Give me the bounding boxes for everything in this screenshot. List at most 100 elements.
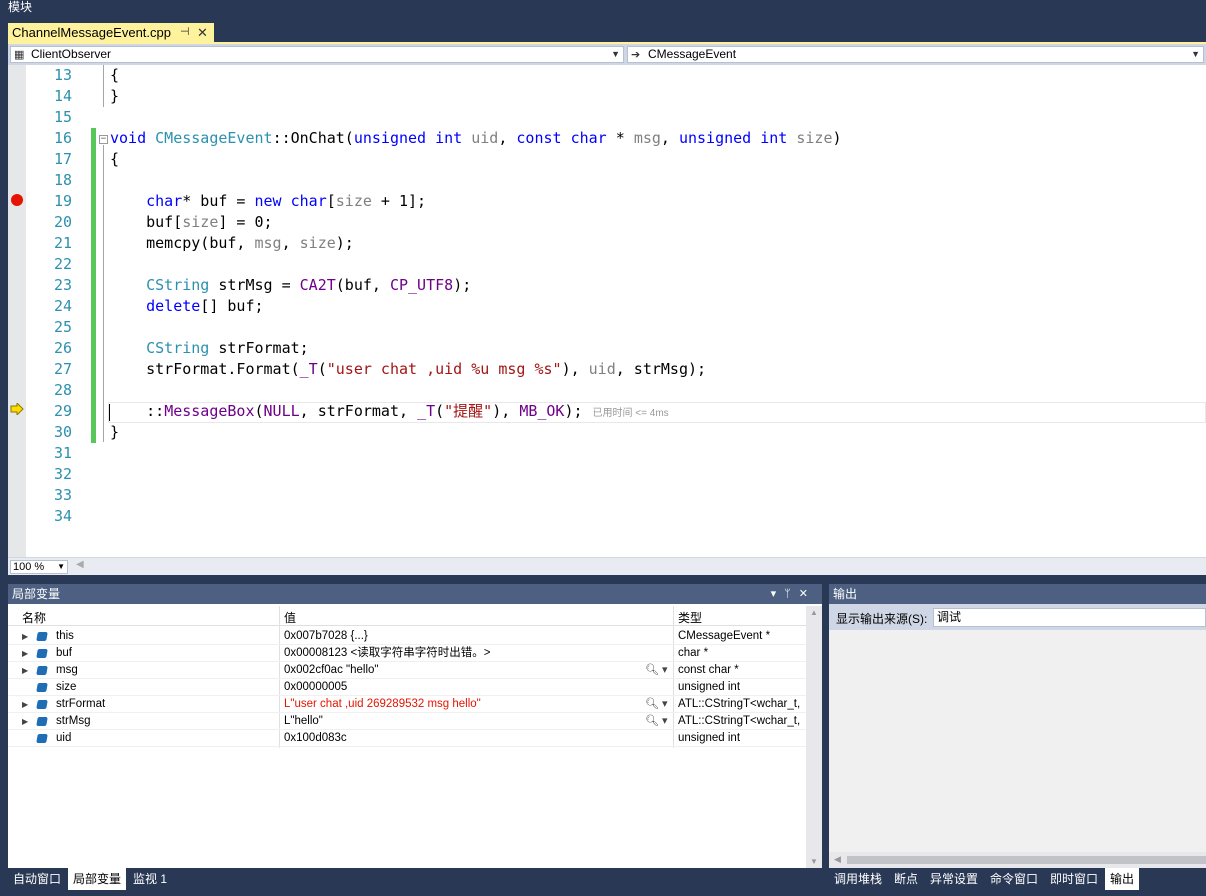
locals-vertical-scrollbar[interactable]: ▲ ▼: [806, 606, 822, 868]
line-number: 22: [53, 255, 72, 273]
dropdown-icon[interactable]: ▾: [771, 588, 785, 600]
line-number: 33: [53, 486, 72, 504]
line-number: 13: [53, 66, 72, 84]
code-line[interactable]: 14}: [8, 86, 1206, 107]
column-value-header[interactable]: 值: [284, 609, 296, 626]
scroll-down-icon[interactable]: ▼: [810, 857, 818, 866]
output-source-dropdown[interactable]: 调试: [933, 608, 1206, 627]
code-line[interactable]: 29 ::MessageBox(NULL, strFormat, _T("提醒"…: [8, 401, 1206, 422]
pin-icon[interactable]: ᛘ: [784, 588, 799, 600]
code-line[interactable]: 22: [8, 254, 1206, 275]
line-number: 29: [53, 402, 72, 420]
module-label: 模块: [8, 0, 33, 14]
variable-value[interactable]: 0x007b7028 {...}: [284, 628, 368, 645]
scroll-left-icon[interactable]: ◀: [76, 559, 84, 570]
code-text: void CMessageEvent::OnChat(unsigned int …: [110, 129, 842, 147]
code-editor[interactable]: − 13{14} 15 16 void CMessageEvent::OnChat(u…: [8, 65, 1206, 557]
variable-name: size: [56, 681, 77, 693]
expand-arrow-icon[interactable]: ▶: [22, 662, 28, 679]
local-variable-row[interactable]: size 0x00000005 unsigned int: [8, 679, 806, 696]
document-tab[interactable]: ChannelMessageEvent.cpp ⊣ ✕: [8, 23, 214, 42]
code-text: delete[] buf;: [146, 297, 264, 315]
code-line[interactable]: 15: [8, 107, 1206, 128]
code-line[interactable]: 13 {: [8, 65, 1206, 86]
local-variable-row[interactable]: ▶ buf 0x00008123 <读取字符串字符时出错。> char *: [8, 645, 806, 662]
scope-dropdown[interactable]: ▦ ClientObserver ▼: [10, 46, 624, 63]
variable-value[interactable]: 0x002cf0ac "hello": [284, 662, 378, 679]
expand-arrow-icon[interactable]: ▶: [22, 713, 28, 730]
editor-status-bar: 100 % ▼ ◀: [8, 557, 1206, 575]
pin-icon[interactable]: ⊣: [180, 23, 190, 42]
code-line[interactable]: 16 void CMessageEvent::OnChat(unsigned in…: [8, 128, 1206, 149]
variable-type: ATL::CStringT<wchar_t,: [678, 698, 801, 710]
code-text: ::MessageBox(NULL, strFormat, _T("提醒"), …: [110, 402, 669, 420]
code-line[interactable]: 28: [8, 380, 1206, 401]
output-horizontal-scrollbar[interactable]: ◀: [829, 852, 1206, 868]
scroll-left-icon[interactable]: ◀: [834, 854, 841, 865]
variable-value[interactable]: L"hello": [284, 713, 323, 730]
variable-value[interactable]: 0x00000005: [284, 679, 347, 696]
code-line[interactable]: 33: [8, 485, 1206, 506]
expand-arrow-icon[interactable]: ▶: [22, 645, 28, 662]
member-dropdown[interactable]: ➔ CMessageEvent ▼: [627, 46, 1204, 63]
expand-arrow-icon[interactable]: ▶: [22, 628, 28, 645]
expand-arrow-icon[interactable]: ▶: [22, 696, 28, 713]
visualizer-search-icon[interactable]: 🔍︎ ▾: [645, 696, 668, 713]
code-line[interactable]: 24 delete[] buf;: [8, 296, 1206, 317]
scrollbar-thumb[interactable]: [847, 856, 1206, 864]
zoom-dropdown[interactable]: 100 % ▼: [10, 560, 68, 574]
zoom-value: 100 %: [13, 561, 45, 573]
variable-icon: [36, 666, 48, 675]
bottom-tab[interactable]: 调用堆栈: [829, 868, 887, 890]
output-source-value: 调试: [937, 610, 962, 624]
local-variable-row[interactable]: ▶ this 0x007b7028 {...} CMessageEvent *: [8, 628, 806, 645]
code-line[interactable]: 32: [8, 464, 1206, 485]
variable-name: strMsg: [56, 715, 91, 727]
bottom-tab[interactable]: 自动窗口: [8, 868, 66, 890]
line-number: 26: [53, 339, 72, 357]
column-name-header[interactable]: 名称: [22, 609, 46, 626]
scroll-up-icon[interactable]: ▲: [810, 608, 818, 617]
visualizer-search-icon[interactable]: 🔍︎ ▾: [645, 713, 668, 730]
variable-icon: [36, 700, 48, 709]
code-line[interactable]: 17 {: [8, 149, 1206, 170]
bottom-tab[interactable]: 局部变量: [68, 868, 127, 890]
code-line[interactable]: 30}: [8, 422, 1206, 443]
local-variable-row[interactable]: ▶ strMsg L"hello" 🔍︎ ▾ ATL::CStringT<wchar_t…: [8, 713, 806, 730]
code-line[interactable]: 23 CString strMsg = CA2T(buf, CP_UTF8);: [8, 275, 1206, 296]
local-variable-row[interactable]: uid 0x100d083c unsigned int: [8, 730, 806, 747]
bottom-tab[interactable]: 断点: [889, 868, 923, 890]
bottom-tab[interactable]: 命令窗口: [985, 868, 1043, 890]
code-line[interactable]: 20 buf[size] = 0;: [8, 212, 1206, 233]
bottom-tab[interactable]: 异常设置: [925, 868, 983, 890]
local-variable-row[interactable]: ▶ strFormat L"user chat ,uid 269289532 msg…: [8, 696, 806, 713]
panel-window-icons[interactable]: ▾ᛘ✕: [771, 584, 816, 604]
variable-icon: [36, 632, 48, 641]
visualizer-search-icon[interactable]: 🔍︎ ▾: [645, 662, 668, 679]
line-number: 31: [53, 444, 72, 462]
bottom-tab[interactable]: 监视 1: [128, 868, 172, 890]
bottom-tab[interactable]: 输出: [1105, 868, 1140, 890]
local-variable-row[interactable]: ▶ msg 0x002cf0ac "hello" 🔍︎ ▾ const char *: [8, 662, 806, 679]
close-icon[interactable]: ✕: [197, 23, 208, 42]
column-type-header[interactable]: 类型: [678, 609, 702, 626]
class-icon: ▦: [14, 49, 25, 61]
code-line[interactable]: 27 strFormat.Format(_T("user chat ,uid %…: [8, 359, 1206, 380]
code-line[interactable]: 31: [8, 443, 1206, 464]
close-icon[interactable]: ✕: [799, 588, 816, 600]
code-line[interactable]: 18: [8, 170, 1206, 191]
code-text: }: [110, 423, 120, 441]
bottom-tab[interactable]: 即时窗口: [1045, 868, 1103, 890]
code-line[interactable]: 34: [8, 506, 1206, 527]
code-line[interactable]: 19 char* buf = new char[size + 1];: [8, 191, 1206, 212]
variable-name: this: [56, 630, 74, 642]
variable-value[interactable]: 0x100d083c: [284, 730, 347, 747]
variable-value[interactable]: L"user chat ,uid 269289532 msg hello": [284, 696, 481, 713]
line-number: 25: [53, 318, 72, 336]
code-line[interactable]: 21 memcpy(buf, msg, size);: [8, 233, 1206, 254]
output-text-area[interactable]: [829, 630, 1206, 868]
code-line[interactable]: 26 CString strFormat;: [8, 338, 1206, 359]
variable-value[interactable]: 0x00008123 <读取字符串字符时出错。>: [284, 645, 490, 662]
locals-panel: 局部变量 ▾ᛘ✕ 名称 值 类型 ▶ this 0x007b7028 {...} CM…: [8, 584, 822, 868]
code-line[interactable]: 25: [8, 317, 1206, 338]
